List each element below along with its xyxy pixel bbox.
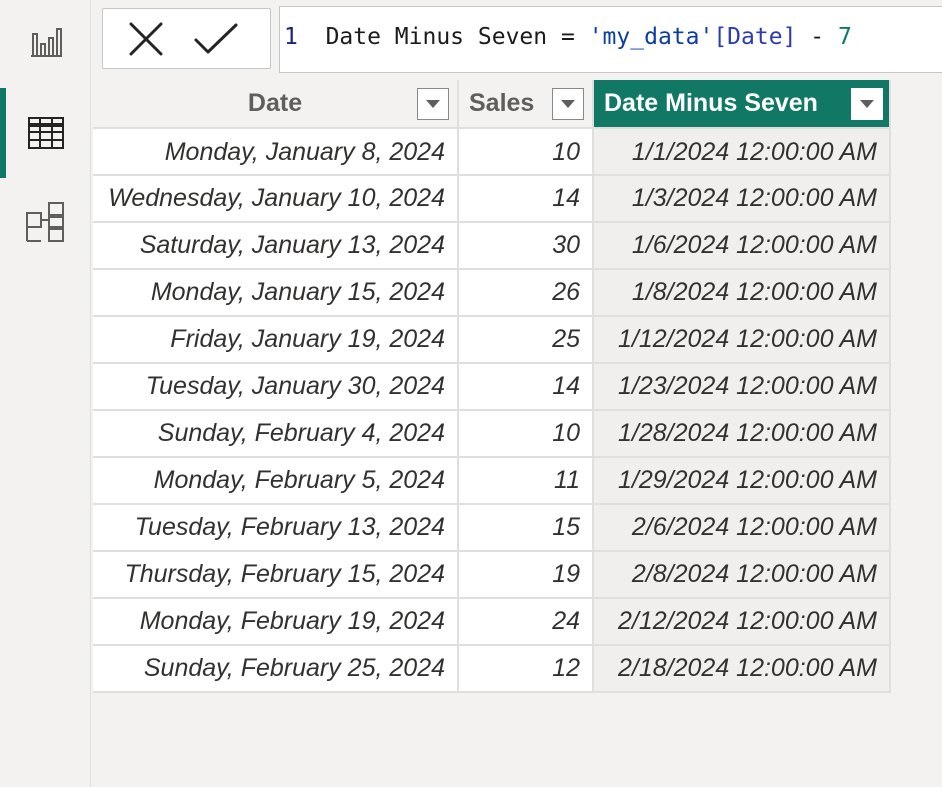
column-header-label: Date <box>247 89 303 117</box>
model-view-icon <box>25 202 64 242</box>
date-minus-seven-cell[interactable]: 2/6/2024 12:00:00 AM <box>593 504 891 552</box>
date-cell[interactable]: Sunday, February 25, 2024 <box>93 645 459 693</box>
date-minus-seven-cell[interactable]: 1/3/2024 12:00:00 AM <box>593 175 891 223</box>
cancel-icon <box>129 22 163 55</box>
filter-dropdown-icon <box>426 100 440 108</box>
date-minus-seven-cell[interactable]: 2/12/2024 12:00:00 AM <box>593 598 891 646</box>
date-cell[interactable]: Wednesday, January 10, 2024 <box>93 175 459 223</box>
commit-formula-button[interactable] <box>181 8 251 69</box>
formula-minus: - <box>810 24 825 50</box>
sales-cell[interactable]: 30 <box>458 222 594 270</box>
sales-cell[interactable]: 14 <box>458 175 594 223</box>
sales-cell[interactable]: 12 <box>458 645 594 693</box>
sales-cell[interactable]: 11 <box>458 457 594 505</box>
table-row: Thursday, February 15, 2024 19 2/8/2024 12… <box>93 551 891 599</box>
date-minus-seven-cell[interactable]: 1/12/2024 12:00:00 AM <box>593 316 891 364</box>
column-header-label: Sales <box>469 89 535 117</box>
table-row: Tuesday, January 30, 2024 14 1/23/2024 12:… <box>93 363 891 411</box>
commit-icon <box>194 23 238 53</box>
table-row: Sunday, February 4, 2024 10 1/28/2024 12:0… <box>93 410 891 458</box>
table-row: Wednesday, January 10, 2024 14 1/3/2024 12… <box>93 175 891 223</box>
date-cell[interactable]: Friday, January 19, 2024 <box>93 316 459 364</box>
view-rail <box>0 0 91 787</box>
formula-actions <box>102 8 271 69</box>
table-row: Monday, February 19, 2024 24 2/12/2024 12:… <box>93 598 891 646</box>
table-view-button[interactable] <box>0 88 91 178</box>
filter-button-sales[interactable] <box>552 88 584 120</box>
report-view-icon <box>30 28 62 57</box>
date-minus-seven-cell[interactable]: 1/29/2024 12:00:00 AM <box>593 457 891 505</box>
date-cell[interactable]: Tuesday, February 13, 2024 <box>93 504 459 552</box>
date-minus-seven-cell[interactable]: 1/28/2024 12:00:00 AM <box>593 410 891 458</box>
cancel-formula-button[interactable] <box>111 8 181 69</box>
table-row: Monday, January 8, 2024 10 1/1/2024 12:00:… <box>93 128 891 176</box>
sales-cell[interactable]: 24 <box>458 598 594 646</box>
table-row: Sunday, February 25, 2024 12 2/18/2024 12:… <box>93 645 891 693</box>
formula-equals: = <box>560 24 575 50</box>
column-header-date[interactable]: Date <box>93 80 459 129</box>
formula-table-ref: 'my_data' <box>588 24 714 50</box>
date-cell[interactable]: Monday, February 5, 2024 <box>93 457 459 505</box>
column-header-sales[interactable]: Sales <box>458 80 594 129</box>
date-cell[interactable]: Monday, January 8, 2024 <box>93 128 459 176</box>
table-row: Tuesday, February 13, 2024 15 2/6/2024 12:… <box>93 504 891 552</box>
date-cell[interactable]: Thursday, February 15, 2024 <box>93 551 459 599</box>
header-row: Date Sales Date Minus Seven <box>93 80 891 129</box>
date-minus-seven-cell[interactable]: 1/8/2024 12:00:00 AM <box>593 269 891 317</box>
filter-button-date-minus-seven[interactable] <box>851 88 883 120</box>
report-view-button[interactable] <box>0 10 91 74</box>
sales-cell[interactable]: 26 <box>458 269 594 317</box>
sales-cell[interactable]: 10 <box>458 410 594 458</box>
table-row: Friday, January 19, 2024 25 1/12/2024 12:0… <box>93 316 891 364</box>
date-cell[interactable]: Sunday, February 4, 2024 <box>93 410 459 458</box>
table-row: Saturday, January 13, 2024 30 1/6/2024 12:… <box>93 222 891 270</box>
date-minus-seven-cell[interactable]: 1/23/2024 12:00:00 AM <box>593 363 891 411</box>
model-view-button[interactable] <box>0 190 91 254</box>
filter-dropdown-icon <box>860 100 874 108</box>
formula-column-ref: [Date] <box>713 24 797 50</box>
table-view-icon <box>27 117 64 149</box>
sales-cell[interactable]: 10 <box>458 128 594 176</box>
date-minus-seven-cell[interactable]: 2/18/2024 12:00:00 AM <box>593 645 891 693</box>
date-minus-seven-cell[interactable]: 1/1/2024 12:00:00 AM <box>593 128 891 176</box>
date-minus-seven-cell[interactable]: 1/6/2024 12:00:00 AM <box>593 222 891 270</box>
formula-line-number: 1 <box>284 24 298 50</box>
sales-cell[interactable]: 19 <box>458 551 594 599</box>
data-grid: Date Sales Date Minus Seven Monday, Janu… <box>93 80 891 693</box>
formula-editor[interactable]: 1 Date Minus Seven = 'my_data'[Date] - 7 <box>279 6 942 73</box>
date-cell[interactable]: Saturday, January 13, 2024 <box>93 222 459 270</box>
column-header-label: Date Minus Seven <box>604 89 818 117</box>
column-header-date-minus-seven[interactable]: Date Minus Seven <box>593 80 891 129</box>
table-body: Monday, January 8, 2024 10 1/1/2024 12:00:… <box>93 128 891 693</box>
data-table: Date Sales Date Minus Seven Monday, Janu… <box>93 80 891 693</box>
filter-dropdown-icon <box>561 100 575 108</box>
date-cell[interactable]: Tuesday, January 30, 2024 <box>93 363 459 411</box>
sales-cell[interactable]: 15 <box>458 504 594 552</box>
table-row: Monday, January 15, 2024 26 1/8/2024 12:00… <box>93 269 891 317</box>
date-minus-seven-cell[interactable]: 2/8/2024 12:00:00 AM <box>593 551 891 599</box>
date-cell[interactable]: Monday, February 19, 2024 <box>93 598 459 646</box>
sales-cell[interactable]: 25 <box>458 316 594 364</box>
table-row: Monday, February 5, 2024 11 1/29/2024 12:0… <box>93 457 891 505</box>
formula-constant: 7 <box>838 24 852 50</box>
date-cell[interactable]: Monday, January 15, 2024 <box>93 269 459 317</box>
filter-button-date[interactable] <box>417 88 449 120</box>
sales-cell[interactable]: 14 <box>458 363 594 411</box>
formula-measure-name: Date Minus Seven <box>325 24 548 50</box>
